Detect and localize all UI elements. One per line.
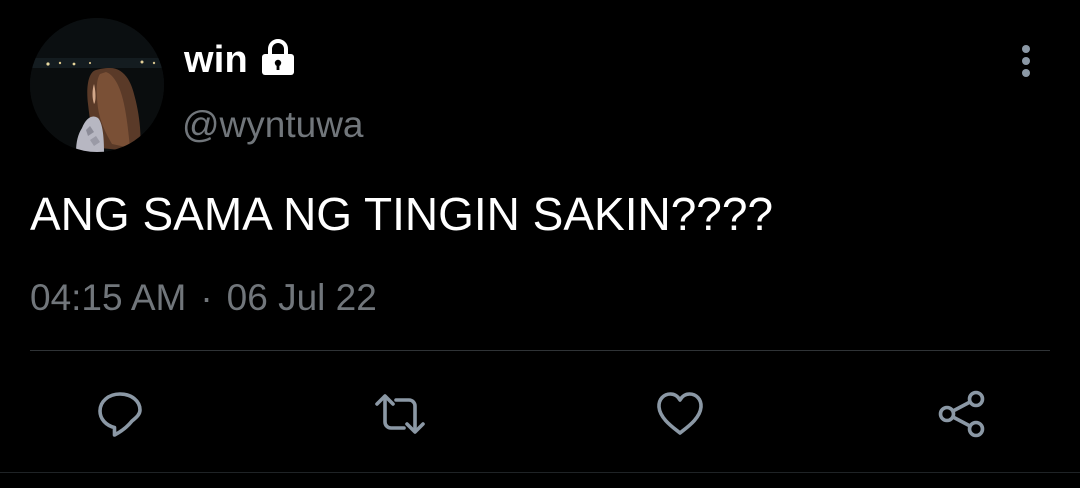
tweet-timestamp[interactable]: 04:15 AM · 06 Jul 22 [30,275,377,321]
heart-icon [657,392,703,435]
meta-separator: · [200,277,213,318]
tweet-text: ANG SAMA NG TINGIN SAKIN???? [30,188,774,240]
tweet-time: 04:15 AM [30,277,187,318]
like-button[interactable] [654,388,706,440]
divider [30,350,1050,351]
avatar[interactable] [30,18,164,152]
lock-icon [261,39,294,75]
bottom-divider [0,472,1080,473]
profile-photo [30,18,164,152]
display-name-text: win [184,39,248,81]
retweet-button[interactable] [372,388,425,440]
display-name[interactable]: win [184,36,298,84]
tweet-card: win @wyntuwa ANG SAMA NG TINGIN SAKIN???… [0,0,1080,488]
user-handle[interactable]: @wyntuwa [182,102,364,148]
reply-icon [98,392,142,437]
tweet-date: 06 Jul 22 [226,277,377,318]
reply-button[interactable] [94,388,146,440]
share-button[interactable] [934,388,986,440]
retweet-icon [375,394,425,434]
more-vertical-icon[interactable] [1006,38,1046,84]
share-icon [938,390,985,438]
